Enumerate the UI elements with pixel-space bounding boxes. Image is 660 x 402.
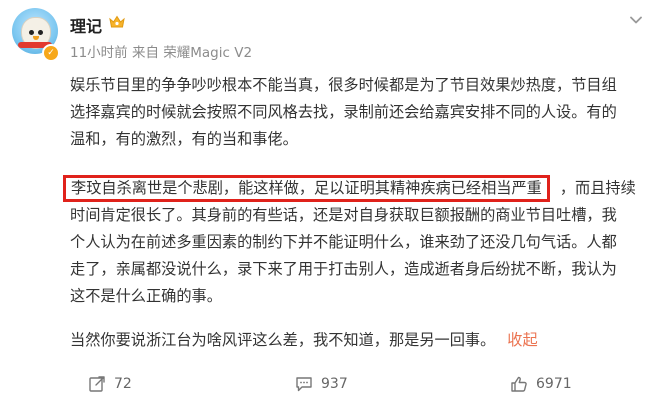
repost-count: 72 xyxy=(114,376,132,392)
crown-icon xyxy=(109,15,125,28)
comment-count: 937 xyxy=(321,376,348,392)
comment-icon xyxy=(296,377,312,392)
text-line: 走了，亲属都没说什么，录下来了用于打击别人，造成逝者身后纷扰不断，我认为 xyxy=(70,260,617,278)
text-line-content: 当然你要说浙江台为啥风评这么差，我不知道，那是另一回事。 xyxy=(70,331,496,349)
like-button[interactable]: 6971 xyxy=(510,374,572,394)
paragraph-2: 李玟自杀离世是个悲剧，能这样做，足以证明其精神疾病已经相当严重 ，而且持续 时间肯… xyxy=(63,175,650,310)
text-line: 这不是什么正确的事。 xyxy=(70,287,222,305)
text-line: 选择嘉宾的时候就会按照不同风格去找，录制前还会给嘉宾安排不同的人设。有的 xyxy=(70,103,617,121)
repost-icon xyxy=(89,376,105,392)
text-continuation: ，而且持续 xyxy=(559,179,636,197)
avatar-beak xyxy=(33,36,39,40)
text-line: 娱乐节目里的争争吵吵根本不能当真，很多时候都是为了节目效果炒热度，节目组 xyxy=(70,76,617,94)
text-line: 时间肯定很长了。其身前的有些话，还是对自身获取巨额报酬的商业节目吐槽，我 xyxy=(70,206,617,224)
paragraph-3: 当然你要说浙江台为啥风评这么差，我不知道，那是另一回事。 收起 xyxy=(70,327,538,354)
avatar-eye xyxy=(29,30,34,35)
collapse-link[interactable]: 收起 xyxy=(507,331,537,349)
weibo-post: ✓ 理记 11小时前 来自 荣耀Magic V2 娱乐节目里的争争吵吵根本不能当… xyxy=(0,0,660,402)
text-line: 李玟自杀离世是个悲剧，能这样做，足以证明其精神疾病已经相当严重 ，而且持续 xyxy=(63,175,650,202)
comment-button[interactable]: 937 xyxy=(295,374,348,394)
paragraph-1: 娱乐节目里的争争吵吵根本不能当真，很多时候都是为了节目效果炒热度，节目组 选择嘉… xyxy=(70,72,650,153)
text-line: 温和，有的激烈，有的当和事佬。 xyxy=(70,130,298,148)
text-line: 当然你要说浙江台为啥风评这么差，我不知道，那是另一回事。 收起 xyxy=(70,327,538,354)
author-name[interactable]: 理记 xyxy=(70,13,102,37)
chevron-down-icon[interactable] xyxy=(628,12,644,28)
like-count: 6971 xyxy=(536,376,572,392)
like-icon xyxy=(511,376,527,392)
post-meta: 11小时前 来自 荣耀Magic V2 xyxy=(70,45,253,61)
text-line: 个人认为在前述多重因素的制约下并不能证明什么，谁来劲了还没几句气话。人都 xyxy=(70,233,617,251)
repost-button[interactable]: 72 xyxy=(88,374,132,394)
avatar-eye xyxy=(38,30,43,35)
highlighted-sentence: 李玟自杀离世是个悲剧，能这样做，足以证明其精神疾病已经相当严重 xyxy=(63,175,550,202)
verified-badge-icon: ✓ xyxy=(42,44,60,62)
